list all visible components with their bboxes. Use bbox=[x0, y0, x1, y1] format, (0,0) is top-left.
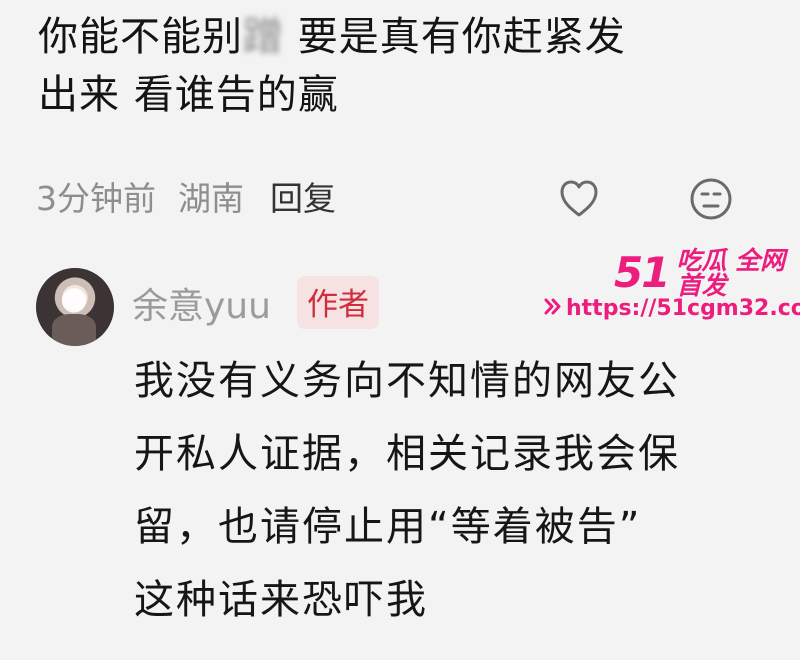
neutral-face-icon[interactable] bbox=[688, 176, 734, 222]
blurred-word: 蹭 bbox=[243, 14, 284, 60]
comment-location: 湖南 bbox=[178, 179, 244, 218]
top-comment-line-1-before: 你能不能别 bbox=[38, 14, 243, 60]
watermark-title: 51 吃瓜 全网首发 bbox=[614, 248, 790, 298]
watermark-label: 吃瓜 全网首发 bbox=[676, 246, 786, 300]
reply-line-2: 开私人证据，相关记录我会保 bbox=[134, 431, 680, 477]
comment-time: 3分钟前 bbox=[36, 179, 156, 218]
heart-outline-icon[interactable] bbox=[556, 176, 602, 222]
reply-button[interactable]: 回复 bbox=[270, 172, 336, 220]
double-chevron-icon bbox=[544, 298, 561, 315]
author-badge: 作者 bbox=[296, 276, 379, 329]
watermark: 51 吃瓜 全网首发 https://51cgm32.com bbox=[540, 246, 800, 338]
watermark-url: https://51cgm32.com bbox=[566, 296, 800, 321]
reply-text: 我没有义务向不知情的网友公 开私人证据，相关记录我会保 留，也请停止用“等着被告… bbox=[134, 345, 754, 637]
author-row: 余意yuu 作者 bbox=[132, 276, 379, 329]
watermark-number: 51 bbox=[614, 248, 670, 297]
reply-line-4: 这种话来恐吓我 bbox=[134, 577, 428, 623]
comment-meta: 3分钟前 湖南 回复 bbox=[36, 172, 336, 220]
top-comment-line-2: 出来 看谁告的赢 bbox=[38, 72, 339, 118]
top-comment-text: 你能不能别蹭 要是真有你赶紧发 出来 看谁告的赢 bbox=[38, 8, 758, 124]
top-comment: 你能不能别蹭 要是真有你赶紧发 出来 看谁告的赢 bbox=[38, 8, 758, 124]
top-comment-line-1-after: 要是真有你赶紧发 bbox=[284, 14, 626, 60]
author-name[interactable]: 余意yuu bbox=[132, 277, 271, 329]
reply-line-1: 我没有义务向不知情的网友公 bbox=[134, 358, 680, 404]
avatar[interactable] bbox=[36, 268, 114, 346]
reply-line-3: 留，也请停止用“等着被告” bbox=[134, 504, 642, 550]
